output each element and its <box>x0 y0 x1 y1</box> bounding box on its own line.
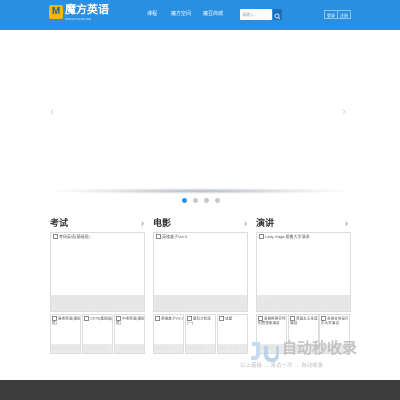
broken-image-icon <box>84 316 89 321</box>
alt-text: 中考英语(基础班) <box>116 316 145 326</box>
alt-text: 星际大机密(一) <box>187 316 211 326</box>
watermark-text: 自动秒收录 <box>282 340 358 357</box>
search-button[interactable] <box>273 9 282 20</box>
course-caption: 英雄盒子Vol.1 <box>154 344 183 353</box>
featured-card[interactable]: Lady Gaga 耶鲁大学演讲 Lady Gaga 耶鲁大学演讲 <box>256 232 351 312</box>
broken-image-icon <box>259 234 264 240</box>
logo-icon[interactable]: M <box>49 5 63 19</box>
alt-text: 成星 <box>219 316 247 321</box>
course-caption: 成星：下游 <box>218 344 247 353</box>
course-card[interactable]: 星际大机密(一) 星际大机密 <box>185 314 216 354</box>
alt-text: 泰勒斯蒂芬特别思想家演讲 <box>258 316 286 326</box>
alt-text: CET6(基础班) <box>84 316 112 321</box>
course-card[interactable]: CET6(基础班) CET6(基础班) <box>82 314 113 354</box>
nav-item-mall[interactable]: 魔豆商城 <box>203 11 223 18</box>
chevron-right-icon[interactable]: › <box>141 217 144 229</box>
carousel-dot[interactable] <box>182 198 187 203</box>
carousel-prev-icon[interactable]: ‹ <box>50 104 54 118</box>
brand-name[interactable]: 魔方英语 <box>65 4 109 16</box>
chevron-right-icon[interactable]: › <box>345 217 348 229</box>
carousel-dot[interactable] <box>193 198 198 203</box>
watermark-subtext: 以上链接 → 来访一次 → 自动收录 <box>240 363 324 369</box>
alt-text: 考研英语(基础班) <box>59 234 90 239</box>
chevron-right-icon[interactable]: › <box>244 217 247 229</box>
course-caption: 中考英语(基础班) <box>115 344 144 353</box>
course-card[interactable]: 高考英语(基础班) 高考英语(基础班) <box>50 314 81 354</box>
carousel-shadow <box>50 188 350 194</box>
alt-text: 圣雄甘地诺贝尔大学演讲 <box>321 316 349 326</box>
featured-card[interactable]: 英雄盒子Vol.3 英雄盒子Vol.8 <box>153 232 248 312</box>
alt-text: Lady Gaga 耶鲁大学演讲 <box>265 234 310 239</box>
section-title-movie[interactable]: 电影 <box>153 217 171 229</box>
register-button[interactable]: 注册 <box>337 10 351 19</box>
carousel-next-icon[interactable]: › <box>342 104 346 118</box>
section-title-speech[interactable]: 演讲 <box>256 217 274 229</box>
broken-image-icon <box>155 316 160 321</box>
carousel-dot[interactable] <box>215 198 220 203</box>
course-caption: 星际大机密 <box>186 344 215 353</box>
alt-text: 高考英语(基础班) <box>52 316 81 326</box>
nav-item-courses[interactable]: 课程 <box>147 11 157 18</box>
section-title-exam[interactable]: 考试 <box>50 217 68 229</box>
featured-caption: 英雄盒子Vol.8 <box>154 295 247 311</box>
login-button[interactable]: 登录 <box>324 10 338 19</box>
course-caption: CET6(基础班) <box>83 344 112 353</box>
top-header: M 魔方英语 MOFUN ENGLISH 课程 魔方空间 魔豆商城 请输入...… <box>0 0 400 30</box>
course-card[interactable]: 成星 成星：下游 <box>217 314 248 354</box>
featured-caption: 考研英语(基础班) <box>51 295 144 311</box>
nav-item-space[interactable]: 魔方空间 <box>171 11 191 18</box>
alt-text: 英雄盒子Vol.3 <box>162 234 187 239</box>
search-icon <box>274 13 281 20</box>
course-card[interactable]: 中考英语(基础班) 中考英语(基础班) <box>114 314 145 354</box>
broken-image-label: 考研英语(基础班) <box>53 234 90 240</box>
broken-image-icon <box>156 234 161 240</box>
featured-caption: Lady Gaga 耶鲁大学演讲 <box>257 295 350 311</box>
alt-text: 英国女王圣诞演讲 <box>290 316 318 326</box>
brand-subtitle: MOFUN ENGLISH <box>65 17 92 21</box>
course-card[interactable]: 英雄盒子Vol.1 英雄盒子Vol.1 <box>153 314 184 354</box>
featured-card[interactable]: 考研英语(基础班) 考研英语(基础班) <box>50 232 145 312</box>
broken-image-icon <box>187 316 192 321</box>
course-caption: 高考英语(基础班) <box>51 344 80 353</box>
search-input[interactable]: 请输入... <box>240 9 272 20</box>
broken-image-label: 英雄盒子Vol.3 <box>156 234 187 240</box>
watermark-logo-icon <box>251 342 279 362</box>
broken-image-icon <box>219 316 224 321</box>
broken-image-icon <box>53 234 58 240</box>
carousel-dot[interactable] <box>204 198 209 203</box>
alt-text: 英雄盒子Vol.1 <box>155 316 183 321</box>
broken-image-label: Lady Gaga 耶鲁大学演讲 <box>259 234 310 240</box>
page-footer <box>0 380 400 400</box>
